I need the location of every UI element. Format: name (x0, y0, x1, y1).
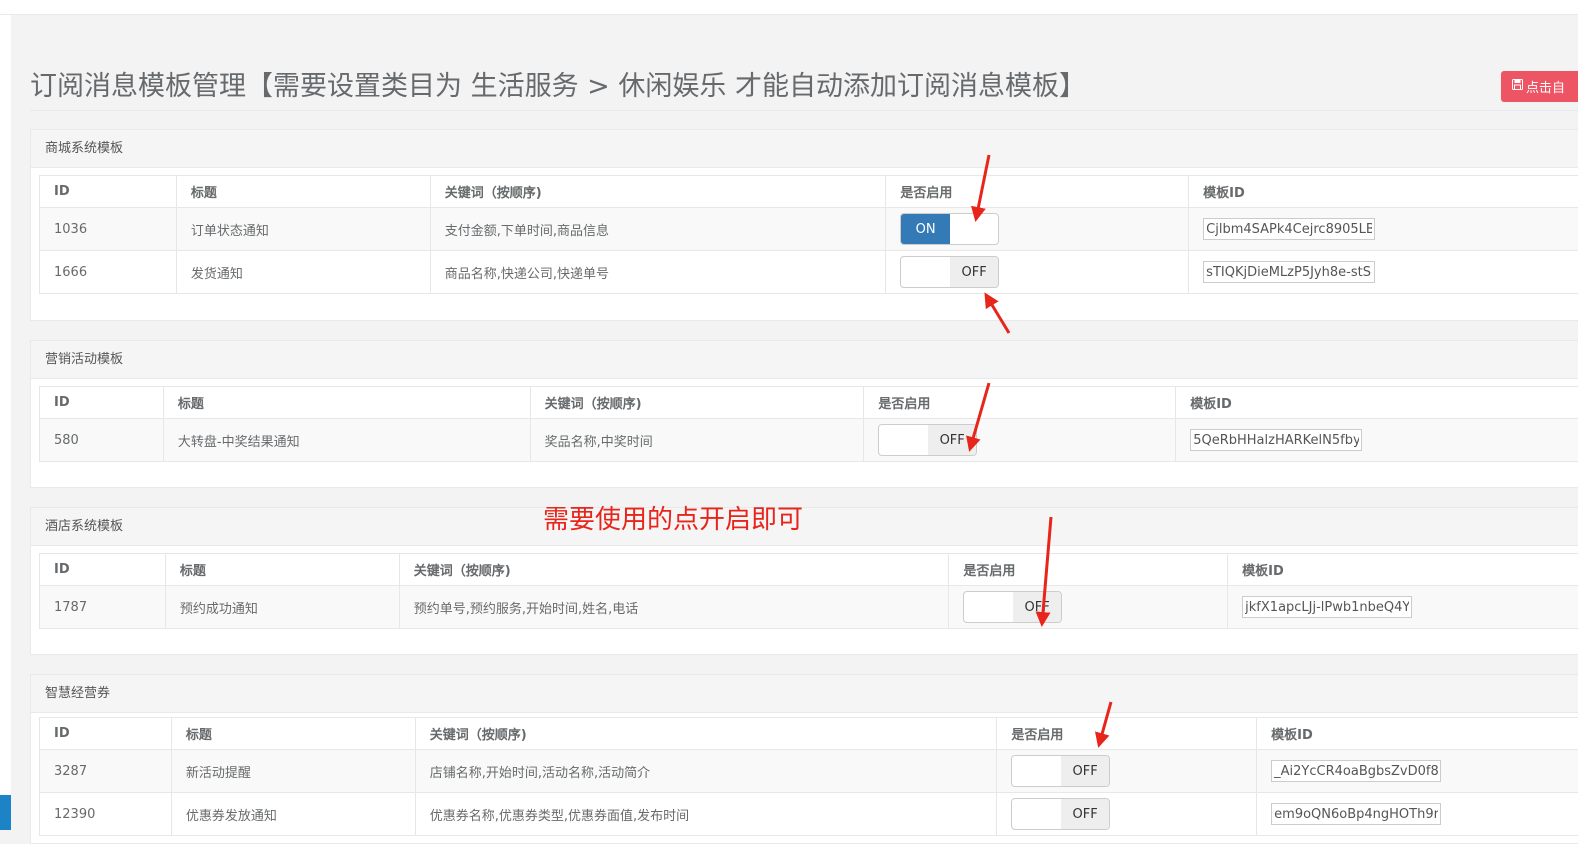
arrow-icon (986, 295, 1009, 333)
arrow-icon (1042, 517, 1051, 624)
arrow-icon (976, 155, 989, 219)
arrow-icon (970, 383, 989, 449)
arrow-icon (1099, 702, 1111, 745)
annotation-arrows (0, 0, 1578, 830)
